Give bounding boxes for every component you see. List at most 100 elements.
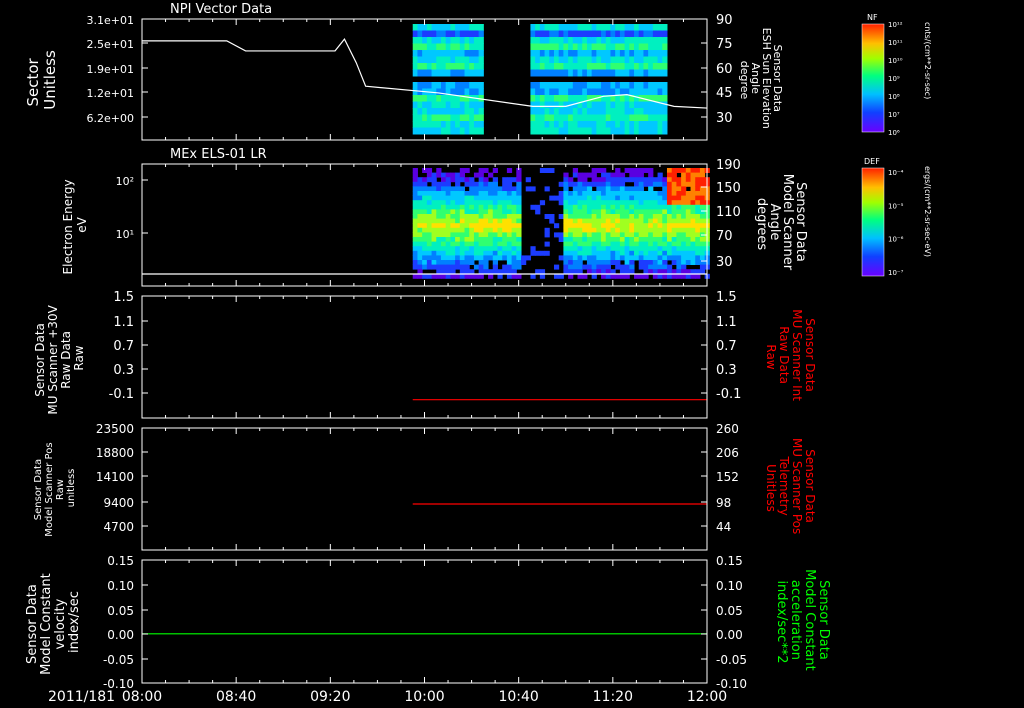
spectrogram-cell	[624, 56, 630, 64]
spectrogram-cell	[450, 37, 456, 44]
spectrogram-cell	[652, 232, 659, 238]
spectrogram-cell	[478, 191, 484, 196]
spectrogram-cell	[666, 214, 673, 219]
colorbar-unit: ergs/(cm**2-sr-sec-eV)	[923, 166, 932, 257]
spectrogram-cell	[624, 223, 630, 229]
spectrogram-cell	[478, 227, 484, 233]
spectrogram-cell	[445, 69, 451, 77]
spectrogram-cell	[629, 232, 635, 238]
spectrogram-cell	[572, 204, 579, 210]
spectrogram-cell	[459, 246, 466, 252]
spectrogram-cell	[450, 108, 456, 115]
spectrogram-cell	[492, 168, 498, 173]
spectrogram-cell	[690, 260, 696, 265]
left-axis-label: Electron Energy eV	[61, 176, 89, 275]
spectrogram-cell	[652, 195, 659, 201]
spectrogram-cell	[699, 218, 706, 224]
spectrogram-cell	[648, 223, 654, 229]
spectrogram-cell	[577, 218, 583, 224]
spectrogram-cell	[549, 121, 555, 128]
spectrogram-cell	[431, 250, 437, 256]
spectrogram-cell	[624, 37, 630, 44]
spectrogram-cell	[596, 260, 602, 265]
spectrogram-cell	[685, 241, 692, 247]
spectrogram-cell	[638, 209, 644, 215]
spectrogram-cell	[417, 108, 423, 115]
left-tick-label: 1.9e+01	[87, 63, 134, 76]
spectrogram-cell	[497, 237, 503, 242]
spectrogram-cell	[563, 237, 569, 242]
spectrogram-cell	[662, 56, 668, 64]
spectrogram-cell	[422, 223, 428, 229]
colorbar-title: NF	[867, 13, 878, 22]
right-tick-label: 0.7	[716, 339, 737, 354]
spectrogram-cell	[690, 209, 696, 215]
spectrogram-cell	[676, 227, 682, 233]
spectrogram-cell	[464, 250, 470, 256]
spectrogram-cell	[596, 43, 602, 51]
spectrogram-cell	[624, 204, 630, 210]
spectrogram-cell	[426, 250, 433, 256]
spectrogram-cell	[412, 246, 418, 252]
spectrogram-cell	[440, 218, 447, 224]
spectrogram-cell	[619, 177, 626, 183]
spectrogram-cell	[619, 69, 626, 77]
colorbar-nf: NF 10¹²10¹¹10¹⁰10⁹10⁸10⁷10⁶ cnts/(cm**2-…	[861, 13, 932, 137]
date-label: 2011/181	[48, 689, 115, 705]
spectrogram-cell	[459, 264, 466, 270]
spectrogram-cell	[417, 30, 423, 38]
colorbar-tick-label: 10¹⁰	[888, 57, 903, 65]
spectrogram-cell	[459, 69, 466, 77]
spectrogram-cell	[436, 88, 442, 96]
spectrogram-cell	[624, 255, 630, 261]
spectrogram-cell	[619, 43, 626, 51]
spectrogram-cell	[553, 264, 560, 270]
spectrogram-cell	[549, 218, 555, 224]
colorbar-tick-label: 10⁻⁵	[888, 202, 904, 210]
spectrogram-cell	[506, 195, 513, 201]
spectrogram-cell	[455, 195, 461, 201]
spectrogram-cell	[473, 232, 480, 238]
spectrogram-cell	[652, 177, 659, 183]
spectrogram-cell	[591, 264, 597, 270]
spectrogram-cell	[662, 43, 668, 51]
spectrogram-cell	[610, 250, 616, 256]
spectrogram-cell	[473, 264, 480, 270]
spectrogram-cell	[596, 218, 602, 224]
spectrogram-cell	[422, 121, 428, 128]
spectrogram-cell	[582, 218, 588, 224]
spectrogram-cell	[624, 177, 630, 183]
spectrogram-cell	[648, 172, 654, 178]
spectrogram-cell	[412, 121, 418, 128]
spectrogram-cell	[563, 186, 569, 192]
spectrogram-cell	[596, 232, 602, 238]
spectrogram-cell	[516, 186, 522, 192]
spectrogram-cell	[516, 172, 522, 178]
spectrogram-cell	[671, 255, 677, 261]
spectrogram-cell	[695, 209, 701, 215]
spectrogram-cell	[591, 246, 597, 252]
spectrogram-cell	[544, 24, 550, 31]
spectrogram-cell	[572, 186, 579, 192]
plot-frame	[141, 427, 708, 551]
spectrogram-cell	[629, 56, 635, 64]
spectrogram-cell	[638, 250, 644, 256]
spectrogram-cell	[601, 37, 607, 44]
spectrogram-cell	[699, 177, 706, 183]
spectrogram-cell	[478, 88, 484, 96]
right-tick-label: 0.05	[716, 604, 743, 618]
spectrogram-cell	[440, 101, 447, 109]
spectrogram-cell	[676, 264, 682, 270]
spectrogram-cell	[648, 214, 654, 219]
spectrogram-cell	[483, 237, 489, 242]
spectrogram-cell	[676, 241, 682, 247]
spectrogram-cell	[436, 260, 442, 265]
spectrogram-cell	[652, 218, 659, 224]
right-tick-label: 152	[716, 470, 739, 484]
spectrogram-cell	[591, 255, 597, 261]
left-tick-label: -0.05	[103, 653, 134, 667]
spectrogram-cell	[601, 30, 607, 38]
spectrogram-cell	[586, 121, 593, 128]
spectrogram-cell	[610, 255, 616, 261]
spectrogram-cell	[445, 264, 451, 270]
